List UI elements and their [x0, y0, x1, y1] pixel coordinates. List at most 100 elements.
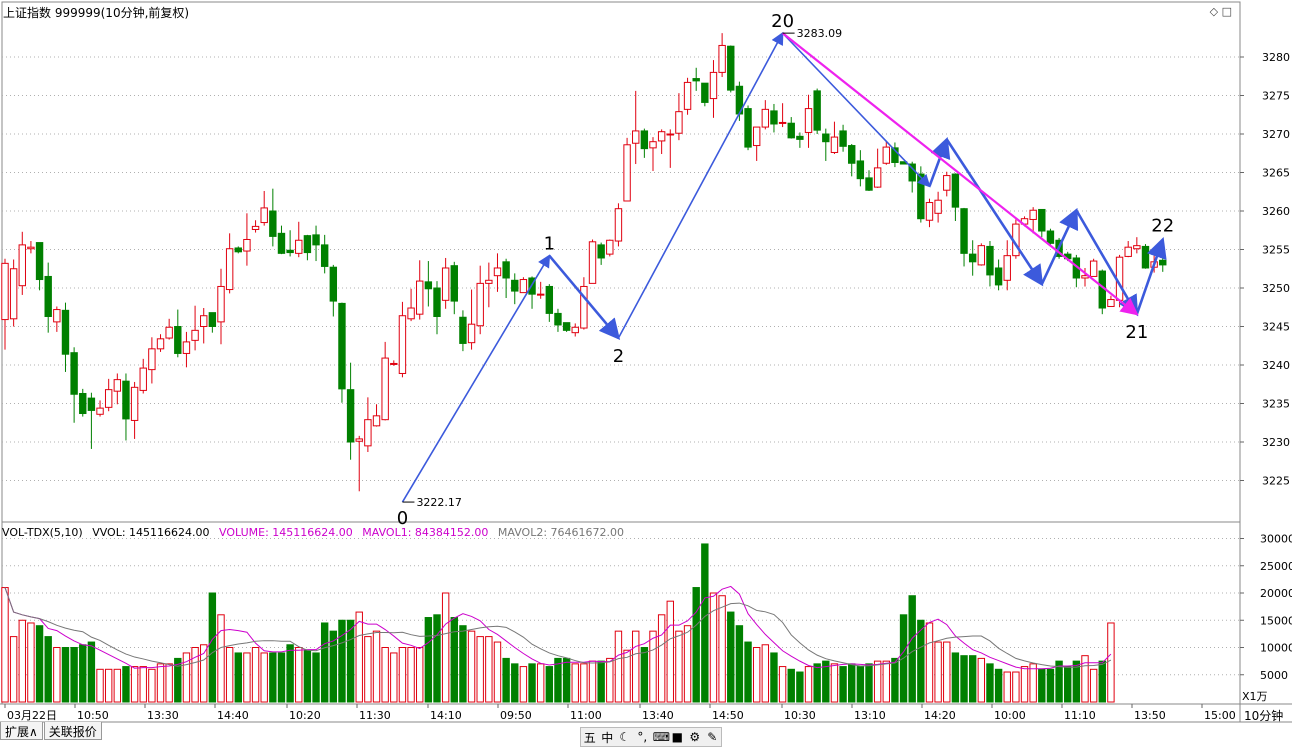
volume-bar: [968, 655, 977, 703]
volume-bar: [493, 641, 502, 703]
tab-related-quotes[interactable]: 关联报价: [43, 722, 102, 740]
candle-body: [87, 397, 96, 411]
volume-bar: [234, 652, 242, 703]
volume-bar: [588, 660, 597, 703]
candle-body: [606, 239, 614, 255]
x-tick-label: 14:40: [217, 709, 249, 722]
candle-body: [701, 82, 709, 103]
candle-body: [165, 326, 173, 339]
candle-body: [502, 261, 510, 279]
candle-body: [994, 267, 1003, 286]
volume-bar: [891, 657, 899, 703]
low-marker-label: 3222.17: [416, 496, 462, 509]
price-tick-label: 3235: [1262, 398, 1290, 411]
window-controls[interactable]: ◇ □: [1210, 5, 1232, 18]
volume-bar: [545, 666, 554, 703]
x-tick-label: 10:50: [77, 709, 109, 722]
maximize-icon[interactable]: □: [1222, 5, 1232, 18]
candle-body: [260, 207, 268, 224]
gear-icon[interactable]: ⚙: [688, 730, 702, 744]
volume-bar: [390, 652, 398, 703]
wave-segment: [617, 31, 784, 339]
wave-label: 22: [1151, 215, 1174, 236]
candle-body: [251, 225, 260, 230]
mavol1-value: MAVOL1: 84384152.00: [362, 526, 489, 539]
vvol-value: VVOL: 145116624.00: [92, 526, 210, 539]
punctuation-icon[interactable]: °,: [635, 730, 649, 744]
candle-body: [623, 144, 631, 202]
candle-body: [787, 122, 795, 139]
candle-body: [657, 131, 666, 142]
candle-body: [18, 244, 26, 287]
candle-body: [718, 44, 726, 73]
candle-body: [200, 315, 208, 328]
keyboard-icon[interactable]: ⌨: [653, 730, 670, 744]
volume-bar: [657, 614, 666, 703]
candle-body: [441, 267, 450, 301]
volume-bar: [450, 617, 458, 703]
candle-body: [813, 90, 821, 131]
volume-bar: [804, 666, 813, 703]
price-panel-frame: [1, 1, 1241, 523]
volume-bar: [848, 663, 856, 703]
x-tick-label: 11:10: [1064, 709, 1096, 722]
volume-bar: [882, 660, 890, 703]
candle-body: [1107, 299, 1115, 307]
candle-body: [727, 45, 735, 91]
volume-bar: [1089, 668, 1098, 703]
candle-body: [822, 133, 830, 143]
wave-label: 21: [1125, 322, 1148, 343]
square-icon[interactable]: ■: [670, 730, 684, 744]
volume-bar: [139, 666, 147, 703]
chinese-input-icon[interactable]: 中: [600, 729, 614, 746]
volume-bar: [597, 660, 605, 703]
volume-tick-label: 15000: [1260, 614, 1292, 627]
volume-bar: [1046, 668, 1055, 703]
volume-bar: [528, 663, 536, 703]
wrench-icon[interactable]: ✎: [705, 730, 719, 744]
x-tick-label: 14:20: [924, 709, 956, 722]
volume-bar: [165, 663, 173, 703]
candle-body: [476, 282, 484, 327]
moon-icon[interactable]: ☾: [618, 730, 632, 744]
volume-bar: [27, 622, 35, 703]
volume-bar: [752, 647, 761, 703]
wave-label: 1: [544, 234, 555, 255]
candle-body: [934, 199, 942, 214]
volume-bar: [796, 671, 804, 703]
period-label[interactable]: 10分钟: [1244, 707, 1283, 724]
volume-bar: [398, 647, 407, 703]
volume-bar: [692, 587, 700, 703]
candle-body: [1124, 246, 1132, 257]
volume-bar: [303, 649, 312, 703]
tab-extend[interactable]: 扩展∧: [0, 722, 43, 740]
volume-tick-label: 10000: [1260, 642, 1292, 655]
candle-body: [329, 266, 338, 302]
candle-body: [424, 281, 433, 290]
volume-bar: [372, 630, 381, 703]
x-tick-label: 09:50: [500, 709, 532, 722]
candle-body: [562, 322, 571, 331]
bottom-tabs: 扩展∧ 关联报价: [0, 722, 103, 740]
volume-bar: [536, 663, 545, 703]
candle-body: [398, 315, 407, 374]
candlestick-chart[interactable]: 3280 3275 3270 3265 3260 3255 3250 3245 3240 3235…: [0, 0, 1292, 747]
volume-bar: [286, 644, 294, 703]
candle-body: [27, 246, 35, 250]
candle-body: [839, 130, 847, 147]
volume-bar: [338, 619, 346, 703]
x-tick-label: 13:50: [1134, 709, 1166, 722]
restore-icon[interactable]: ◇: [1210, 5, 1218, 18]
volume-bar: [770, 652, 778, 703]
candle-body: [761, 108, 770, 128]
volume-bar: [295, 647, 303, 703]
volume-bar: [381, 647, 389, 703]
volume-bar: [225, 647, 234, 703]
price-tick-label: 3260: [1262, 205, 1290, 218]
volume-bar: [908, 595, 916, 703]
price-tick-label: 3275: [1262, 90, 1290, 103]
tool-bar: 五 中 ☾ °, ⌨ ■ ⚙ ✎: [580, 727, 722, 747]
wave-label: 20: [771, 11, 794, 32]
volume-bar: [839, 666, 847, 703]
five-icon[interactable]: 五: [583, 729, 597, 746]
